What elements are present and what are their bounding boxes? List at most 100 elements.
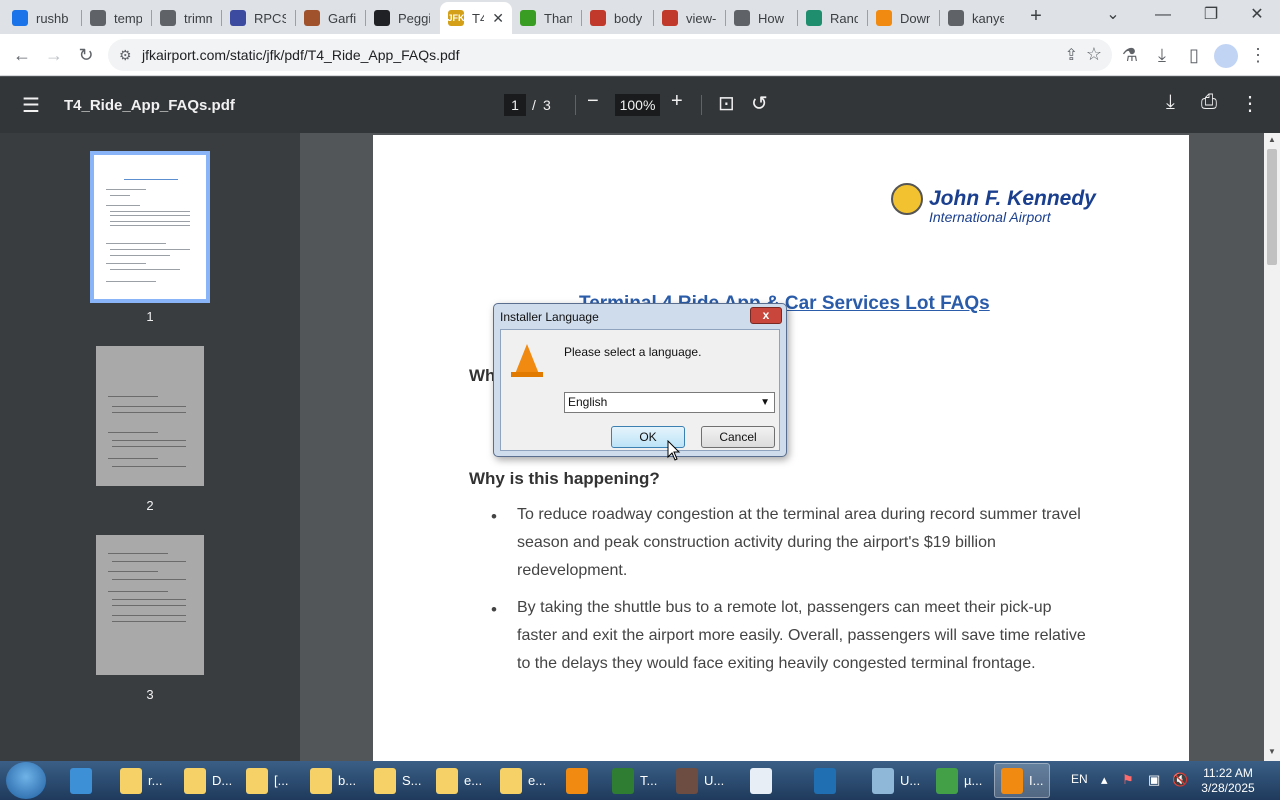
taskbar-button[interactable] [744, 763, 802, 798]
taskbar-button[interactable]: r... [114, 763, 172, 798]
tab-label: rushb [36, 10, 69, 26]
browser-tab[interactable]: body [582, 2, 652, 34]
start-button[interactable] [6, 762, 46, 799]
profile-avatar[interactable] [1214, 44, 1238, 68]
taskbar-button[interactable]: I... [994, 763, 1050, 798]
taskbar-button[interactable]: T... [606, 763, 664, 798]
bullet-marker: • [491, 600, 497, 619]
language-select[interactable]: English ▼ [564, 392, 775, 413]
browser-tab[interactable]: How [726, 2, 796, 34]
tab-label: Rand [830, 10, 858, 26]
taskbar-button[interactable]: D... [178, 763, 236, 798]
taskbar-button[interactable] [808, 763, 860, 798]
taskbar-app-icon [1001, 767, 1023, 794]
scroll-up-icon[interactable]: ▲ [1264, 133, 1280, 147]
taskbar-button[interactable] [560, 763, 598, 798]
taskbar-button[interactable]: e... [430, 763, 488, 798]
site-info-icon[interactable]: ⚙ [119, 47, 132, 64]
scrollbar-thumb[interactable] [1267, 149, 1277, 265]
bullet-text-1: To reduce roadway congestion at the term… [517, 506, 1081, 579]
vertical-scrollbar[interactable]: ▲ ▼ [1264, 133, 1280, 761]
tab-favicon-icon [734, 10, 750, 26]
taskbar-label: D... [212, 773, 233, 788]
browser-tab[interactable]: RPCS [222, 2, 294, 34]
browser-tab[interactable]: kanye [940, 2, 1012, 34]
taskbar-app-icon [120, 767, 142, 794]
zoom-input[interactable]: 100% [615, 94, 660, 116]
taskbar-app-icon [184, 767, 206, 794]
tab-close-icon[interactable]: ✕ [492, 10, 504, 27]
language-indicator[interactable]: EN [1071, 772, 1088, 786]
action-center-icon[interactable]: ⚑ [1122, 772, 1134, 788]
address-bar[interactable]: ⚙ jfkairport.com/static/jfk/pdf/T4_Ride_… [108, 39, 1112, 71]
pdf-more-icon[interactable]: ⋮ [1240, 91, 1260, 116]
taskbar-button[interactable]: [... [240, 763, 298, 798]
reload-icon[interactable]: ↻ [72, 41, 100, 69]
page-thumbnail-1[interactable] [90, 151, 210, 303]
scroll-down-icon[interactable]: ▼ [1264, 745, 1280, 759]
tab-favicon-icon [230, 10, 246, 26]
minimize-button[interactable]: — [1140, 0, 1186, 32]
tab-label: How [758, 10, 785, 26]
page-thumbnail-3[interactable] [96, 535, 204, 675]
labs-flask-icon[interactable]: ⚗ [1116, 41, 1144, 69]
taskbar-button[interactable]: S... [368, 763, 426, 798]
sidebar-menu-icon[interactable]: ☰ [22, 93, 40, 118]
taskbar-button[interactable]: U... [670, 763, 738, 798]
page-thumbnail-2[interactable] [96, 346, 204, 486]
tab-label: Down [900, 10, 930, 26]
rotate-icon[interactable]: ↺ [751, 91, 768, 116]
browser-tab[interactable]: Garfie [296, 2, 364, 34]
pdf-download-icon[interactable]: ⤓ [1166, 91, 1175, 114]
taskbar-button[interactable] [64, 763, 108, 798]
tab-favicon-icon: JFK [448, 10, 465, 26]
vlc-cone-base [511, 372, 543, 377]
windows-taskbar: r... D... [... b... S... e... e... T... U... U...… [0, 761, 1280, 800]
browser-tab[interactable]: rushb [4, 2, 80, 34]
dropdown-arrow-icon[interactable]: ▼ [760, 393, 770, 412]
browser-tab[interactable]: Thank [512, 2, 580, 34]
bookmark-star-icon[interactable]: ☆ [1086, 44, 1102, 65]
print-icon[interactable]: ⎙ [1201, 91, 1217, 114]
back-icon[interactable]: ← [8, 41, 36, 69]
taskbar-app-icon [500, 767, 522, 794]
show-hidden-icons-icon[interactable]: ▴ [1101, 772, 1108, 788]
restore-button[interactable]: ❐ [1188, 0, 1234, 32]
tab-label: Peggi [398, 10, 430, 26]
browser-tab[interactable]: view- [654, 2, 724, 34]
forward-icon[interactable]: → [40, 41, 68, 69]
browser-tab[interactable]: Peggi [366, 2, 438, 34]
close-window-button[interactable]: ✕ [1234, 0, 1280, 32]
taskbar-button[interactable]: e... [494, 763, 552, 798]
browser-tab[interactable]: Down [868, 2, 938, 34]
volume-muted-icon[interactable]: 🔇 [1172, 772, 1188, 788]
url-text[interactable]: jfkairport.com/static/jfk/pdf/T4_Ride_Ap… [142, 47, 459, 63]
taskbar-label: e... [464, 773, 483, 788]
clock[interactable]: 11:22 AM 3/28/2025 [1196, 766, 1260, 796]
logo-subtitle: International Airport [929, 209, 1051, 225]
browser-tab[interactable]: trimm [152, 2, 220, 34]
browser-tab[interactable]: Rand [798, 2, 866, 34]
jfk-globe-logo-icon [891, 183, 923, 215]
cancel-button[interactable]: Cancel [701, 426, 775, 448]
taskbar-button[interactable]: µ... [930, 763, 988, 798]
taskbar-app-icon [612, 767, 634, 794]
downloads-icon[interactable]: ⤓ [1148, 41, 1176, 69]
zoom-in-icon[interactable]: + [671, 90, 683, 113]
zoom-out-icon[interactable]: − [587, 90, 599, 113]
side-panel-icon[interactable]: ▯ [1180, 41, 1208, 69]
dialog-close-button[interactable]: x [750, 307, 782, 324]
browser-tab[interactable]: JFK T4 ✕ [440, 2, 512, 34]
tab-favicon-icon [90, 10, 106, 26]
share-icon[interactable]: ⇪ [1065, 45, 1078, 65]
taskbar-button[interactable]: b... [304, 763, 362, 798]
new-tab-button[interactable]: + [1024, 4, 1048, 28]
tab-search-icon[interactable]: ⌄ [1090, 0, 1136, 32]
page-number-input[interactable]: 1 [504, 94, 526, 116]
browser-menu-icon[interactable]: ⋮ [1244, 41, 1272, 69]
browser-tab[interactable]: temp [82, 2, 150, 34]
taskbar-button[interactable]: U... [866, 763, 924, 798]
tab-favicon-icon [662, 10, 678, 26]
network-icon[interactable]: ▣ [1148, 772, 1160, 788]
fit-page-icon[interactable]: ⊡ [718, 91, 735, 116]
